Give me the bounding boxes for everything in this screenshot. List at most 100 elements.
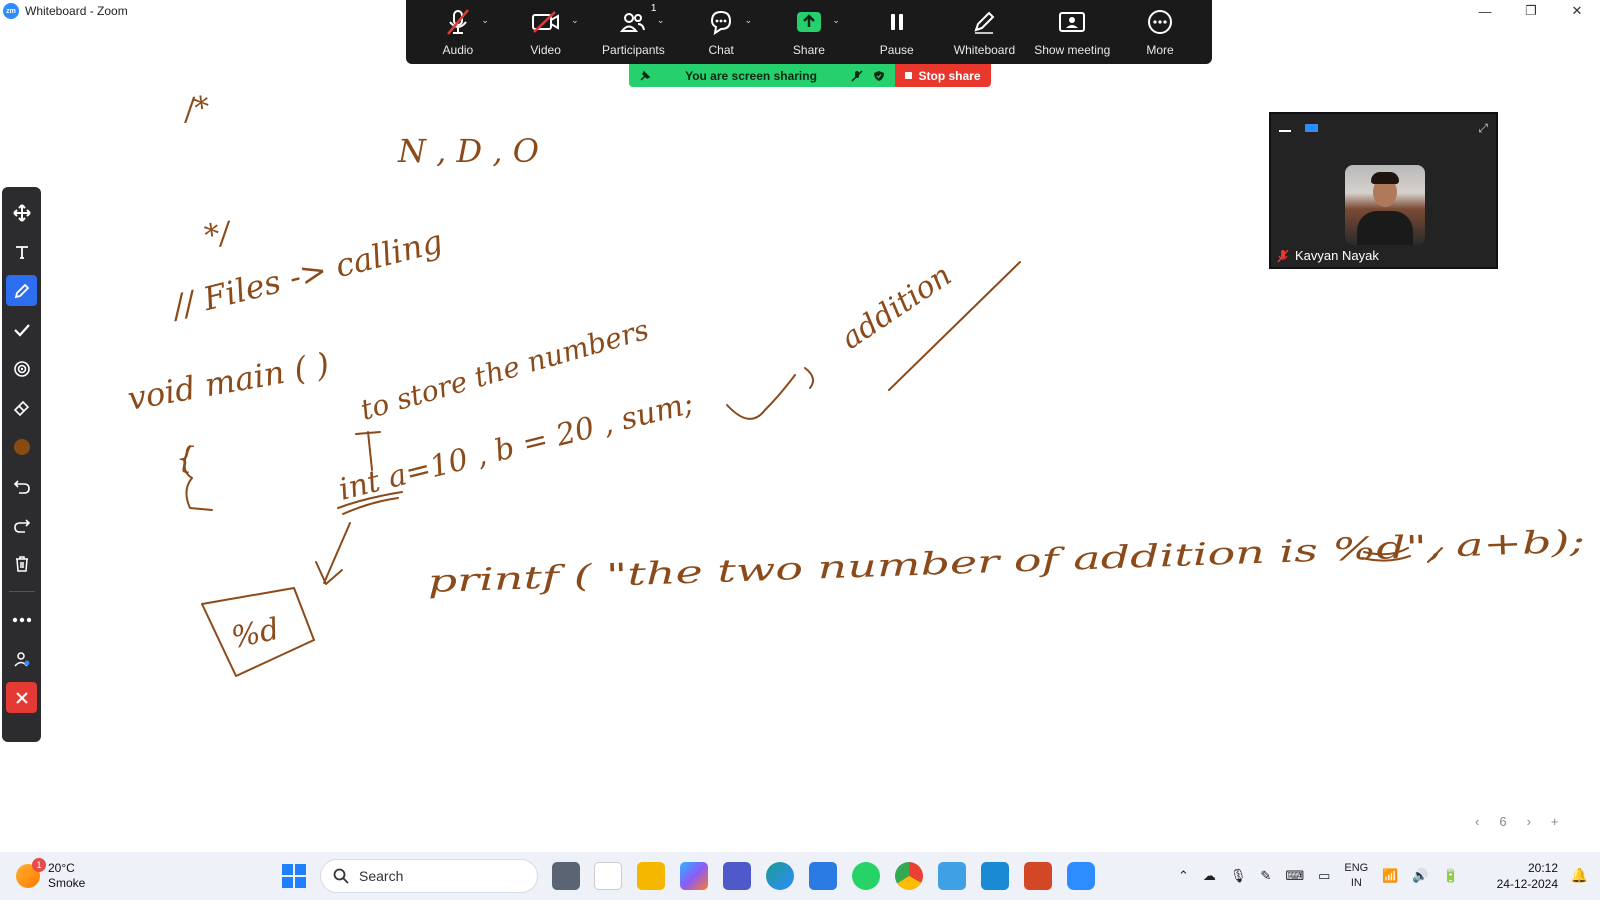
close-window-button[interactable]: ✕ bbox=[1554, 0, 1600, 22]
language-line1: ENG bbox=[1344, 862, 1369, 874]
microphone-muted-icon bbox=[446, 9, 469, 35]
annotation-toolbar bbox=[2, 187, 41, 742]
sharing-mic-muted-icon[interactable] bbox=[851, 69, 863, 82]
video-off-icon bbox=[531, 11, 559, 33]
sharing-status-text: You are screen sharing bbox=[685, 68, 817, 83]
stamp-tool[interactable] bbox=[6, 314, 37, 345]
participants-button[interactable]: 1 ⌄ Participants bbox=[592, 3, 674, 57]
teams-icon[interactable] bbox=[723, 862, 751, 890]
video-caret-icon[interactable]: ⌄ bbox=[571, 15, 579, 26]
chat-icon bbox=[711, 10, 732, 35]
close-icon bbox=[15, 691, 28, 704]
weather-widget[interactable]: 1 20°C Smoke bbox=[16, 858, 85, 891]
chat-caret-icon[interactable]: ⌄ bbox=[745, 15, 753, 26]
color-tool[interactable] bbox=[6, 431, 37, 462]
show-meeting-button[interactable]: Show meeting bbox=[1031, 7, 1113, 57]
battery-icon[interactable]: 🔋 bbox=[1443, 868, 1459, 884]
share-caret-icon[interactable]: ⌄ bbox=[832, 15, 840, 26]
expand-icon[interactable]: ⤢ bbox=[1478, 121, 1488, 136]
share-screen-icon bbox=[796, 12, 821, 32]
more-label: More bbox=[1146, 43, 1174, 57]
add-page-button[interactable]: + bbox=[1551, 814, 1559, 829]
edge-icon[interactable] bbox=[766, 862, 794, 890]
chat-label: Chat bbox=[708, 43, 734, 57]
more-button[interactable]: More bbox=[1119, 7, 1201, 57]
audio-button[interactable]: ⌄ Audio bbox=[417, 7, 499, 57]
spotlight-tool[interactable] bbox=[6, 353, 37, 384]
participants-caret-icon[interactable]: ⌄ bbox=[657, 15, 665, 26]
previous-page-button[interactable]: ‹ bbox=[1475, 814, 1479, 829]
ink-void-main: void main ( ) bbox=[125, 345, 332, 418]
pin-icon[interactable] bbox=[639, 70, 651, 82]
whatsapp-icon[interactable] bbox=[852, 862, 880, 890]
participant-video-panel[interactable]: ⤢ Kavyan Nayak bbox=[1269, 112, 1498, 269]
ink-comment-open: /* bbox=[179, 90, 212, 129]
chat-button[interactable]: ⌄ Chat bbox=[680, 7, 762, 57]
language-indicator[interactable]: ENG IN bbox=[1344, 861, 1368, 891]
more-icon bbox=[1148, 10, 1172, 34]
powerpoint-icon[interactable] bbox=[1024, 862, 1052, 890]
minimize-button[interactable]: — bbox=[1462, 0, 1508, 22]
remote-desktop-icon[interactable] bbox=[809, 862, 837, 890]
undo-tool[interactable] bbox=[6, 470, 37, 501]
restore-button[interactable]: ❐ bbox=[1508, 0, 1554, 22]
text-tool[interactable] bbox=[6, 236, 37, 267]
vscode-icon[interactable] bbox=[981, 862, 1009, 890]
ink-comment-close: */ bbox=[202, 215, 235, 254]
redo-tool[interactable] bbox=[6, 509, 37, 540]
more-tool[interactable] bbox=[6, 604, 37, 635]
redo-icon bbox=[13, 518, 30, 533]
pause-icon bbox=[890, 14, 903, 30]
checkmark-icon bbox=[13, 323, 30, 337]
participant-name-tag: Kavyan Nayak bbox=[1277, 248, 1379, 263]
amazon-icon[interactable] bbox=[594, 862, 622, 890]
share-button[interactable]: ⌄ Share bbox=[768, 7, 850, 57]
keyboard-icon[interactable]: ⌨ bbox=[1285, 868, 1304, 884]
window-title: Whiteboard - Zoom bbox=[25, 4, 128, 18]
pen-tool[interactable] bbox=[6, 275, 37, 306]
minimize-video-icon[interactable] bbox=[1279, 130, 1291, 132]
avatar-hair bbox=[1371, 172, 1399, 184]
whiteboard-label: Whiteboard bbox=[953, 43, 1016, 57]
ink-printf: printf ( "the two number of addition is … bbox=[427, 524, 1586, 600]
zoom-app-icon[interactable] bbox=[1067, 862, 1095, 890]
volume-icon[interactable]: 🔊 bbox=[1412, 868, 1428, 884]
pen-menu-icon[interactable]: ✎ bbox=[1260, 868, 1271, 884]
chrome-icon[interactable] bbox=[895, 862, 923, 890]
copilot-icon[interactable] bbox=[680, 862, 708, 890]
onedrive-icon[interactable]: ☁ bbox=[1203, 868, 1216, 884]
pencil-icon bbox=[974, 11, 995, 34]
meeting-toolbar: ⌄ Audio ⌄ Video 1 ⌄ Participants ⌄ Chat … bbox=[406, 0, 1212, 64]
weather-icon: 1 bbox=[16, 858, 46, 888]
taskbar-search[interactable]: Search bbox=[320, 859, 538, 893]
clock[interactable]: 20:12 24-12-2024 bbox=[1497, 860, 1558, 892]
view-layout-icon[interactable] bbox=[1305, 124, 1318, 132]
file-explorer-icon[interactable] bbox=[637, 862, 665, 890]
clear-tool[interactable] bbox=[6, 548, 37, 579]
pause-button[interactable]: Pause bbox=[856, 7, 938, 57]
video-button[interactable]: ⌄ Video bbox=[505, 7, 587, 57]
stop-share-button[interactable]: Stop share bbox=[895, 64, 991, 87]
display-icon[interactable]: ▭ bbox=[1318, 868, 1330, 884]
next-page-button[interactable]: › bbox=[1527, 814, 1531, 829]
audio-caret-icon[interactable]: ⌄ bbox=[481, 15, 489, 26]
notification-bell-icon[interactable]: 🔔 bbox=[1571, 867, 1588, 884]
security-shield-icon[interactable] bbox=[873, 70, 885, 82]
start-button[interactable] bbox=[282, 864, 306, 888]
windows-logo-icon bbox=[282, 864, 293, 875]
move-tool[interactable] bbox=[6, 197, 37, 228]
close-annotation-tool[interactable] bbox=[6, 682, 37, 713]
notepad-icon[interactable] bbox=[938, 862, 966, 890]
text-icon bbox=[15, 245, 28, 259]
annotator-name-tool[interactable] bbox=[6, 643, 37, 674]
page-number: 6 bbox=[1499, 814, 1507, 829]
task-view-icon[interactable] bbox=[552, 862, 580, 890]
wifi-icon[interactable]: 📶 bbox=[1382, 868, 1398, 884]
show-hidden-icons-icon[interactable]: ⌃ bbox=[1178, 868, 1189, 884]
whiteboard-button[interactable]: Whiteboard bbox=[943, 7, 1025, 57]
trash-icon bbox=[15, 555, 28, 572]
search-icon bbox=[333, 868, 349, 884]
eraser-tool[interactable] bbox=[6, 392, 37, 423]
video-panel-header: ⤢ bbox=[1271, 114, 1496, 142]
microphone-icon[interactable]: 🎙 bbox=[1230, 868, 1247, 884]
